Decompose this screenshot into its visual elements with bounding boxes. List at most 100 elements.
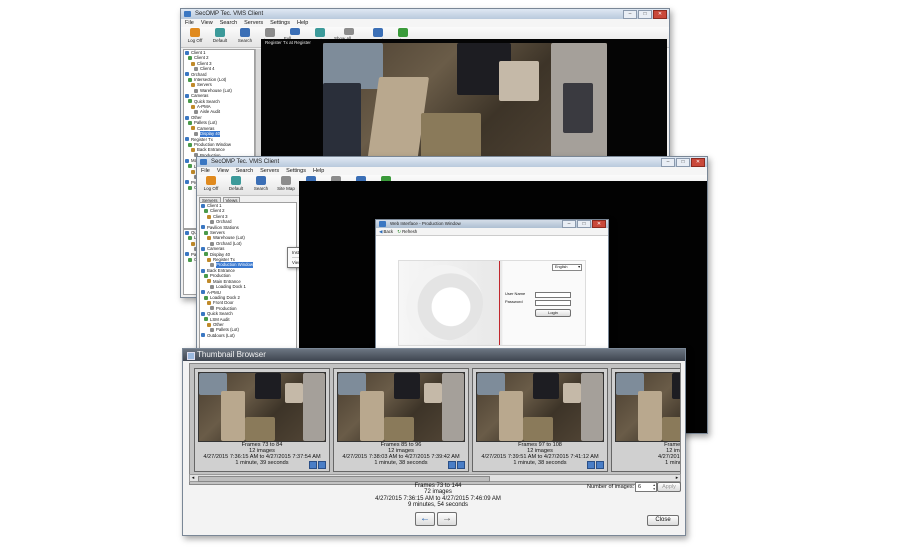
- scroll-thumb[interactable]: [198, 476, 490, 482]
- number-of-images-value: 6: [638, 484, 642, 490]
- menu-help[interactable]: Help: [297, 19, 308, 27]
- camera-icon: [194, 110, 198, 115]
- dialog-title: Thumbnail Browser: [197, 350, 266, 359]
- refresh-icon: ↻: [397, 229, 401, 234]
- search-button[interactable]: Search: [250, 176, 272, 194]
- thumbnail-card[interactable]: Frames 97 to 108 12 images 4/27/2015 7:39:…: [472, 368, 608, 472]
- camera-icon: [185, 115, 189, 120]
- maximize-button[interactable]: □: [577, 220, 591, 228]
- menu-file[interactable]: File: [185, 19, 194, 27]
- window-title: SecOMP Tec. VMS Client: [195, 11, 264, 17]
- nav-refresh[interactable]: Refresh: [402, 229, 417, 234]
- menu-bar: File View Search Servers Settings Help: [181, 19, 669, 27]
- login-button[interactable]: Login: [535, 309, 571, 317]
- language-select[interactable]: English ▾: [552, 264, 582, 271]
- scroll-right-arrow-icon[interactable]: ▸: [674, 475, 680, 481]
- menu-servers[interactable]: Servers: [244, 19, 263, 27]
- menu-search[interactable]: Search: [236, 167, 253, 175]
- menu-view[interactable]: View: [217, 167, 229, 175]
- default-view-button[interactable]: Default: [209, 28, 231, 46]
- close-dialog-button[interactable]: Close: [647, 515, 679, 526]
- camera-icon: [188, 142, 192, 147]
- arrow-left-icon: ←: [420, 513, 430, 524]
- password-input[interactable]: [535, 300, 571, 306]
- camera-icon: [204, 273, 208, 278]
- site-map-button[interactable]: Site Map: [275, 176, 297, 194]
- save-view-icon: [373, 28, 383, 37]
- camera-icon: [188, 56, 192, 61]
- thumbnail-image[interactable]: [337, 372, 465, 442]
- camera-icon: [204, 317, 208, 322]
- next-page-button[interactable]: →: [437, 512, 457, 526]
- thumbnail-duration: 1 minute, 3: [665, 460, 680, 467]
- camera-icon: [210, 263, 214, 268]
- zoom-icon[interactable]: [309, 461, 317, 469]
- camera-icon: [185, 93, 189, 98]
- close-button[interactable]: ✕: [592, 220, 606, 228]
- log-off-icon: [206, 176, 216, 185]
- server-tree-b: Client 1 Client 2 Client 3 Orchard Pavilion …: [199, 202, 297, 354]
- thumbnail-card[interactable]: Frames 85 to 96 12 images 4/27/2015 7:38:0…: [333, 368, 469, 472]
- web-interface-dialog: Web Interface - Production Window – □ ✕ ◀ …: [375, 219, 609, 349]
- site-map-icon: [265, 28, 275, 37]
- camera-icon: [201, 311, 205, 316]
- number-of-images-spinner[interactable]: 6 ▴ ▾: [635, 482, 657, 492]
- play-icon[interactable]: [318, 461, 326, 469]
- nav-back[interactable]: Back: [384, 229, 394, 234]
- tree-node[interactable]: Outdoors (Lot): [200, 333, 296, 338]
- camera-icon: [191, 61, 195, 66]
- close-button[interactable]: ✕: [691, 158, 705, 167]
- menu-settings[interactable]: Settings: [270, 19, 290, 27]
- camera-icon: [185, 137, 189, 142]
- default-view-icon: [231, 176, 241, 185]
- camera-feed-image[interactable]: [323, 43, 607, 163]
- scroll-left-arrow-icon[interactable]: ◂: [190, 475, 196, 481]
- menu-help[interactable]: Help: [313, 167, 324, 175]
- thumbnail-card[interactable]: Frames 73 to 84 12 images 4/27/2015 7:36:1…: [194, 368, 330, 472]
- default-view-button[interactable]: Default: [225, 176, 247, 194]
- thumbnail-image[interactable]: [198, 372, 326, 442]
- camera-icon: [185, 50, 189, 55]
- thumbnail-image[interactable]: [476, 372, 604, 442]
- play-icon[interactable]: [457, 461, 465, 469]
- minimize-button[interactable]: –: [661, 158, 675, 167]
- spinner-arrows-icon[interactable]: ▴ ▾: [653, 483, 655, 491]
- camera-icon: [194, 66, 198, 71]
- camera-icon: [201, 225, 205, 230]
- minimize-button[interactable]: –: [623, 10, 637, 19]
- minimize-button[interactable]: –: [562, 220, 576, 228]
- horizontal-scrollbar[interactable]: ◂ ▸: [189, 474, 681, 482]
- camera-icon: [188, 77, 192, 82]
- menu-search[interactable]: Search: [220, 19, 237, 27]
- camera-icon: [188, 257, 192, 262]
- camera-icon: [191, 148, 195, 153]
- zoom-icon[interactable]: [587, 461, 595, 469]
- search-button[interactable]: Search: [234, 28, 256, 46]
- play-icon[interactable]: [596, 461, 604, 469]
- menu-servers[interactable]: Servers: [260, 167, 279, 175]
- menu-view[interactable]: View: [201, 19, 213, 27]
- camera-icon: [210, 219, 214, 224]
- thumbnail-image[interactable]: [615, 372, 680, 442]
- user-name-input[interactable]: [535, 292, 571, 298]
- camera-icon: [201, 333, 205, 338]
- thumbnail-card[interactable]: Frames 10912 images4/27/2015 7:41:11 min…: [611, 368, 680, 472]
- previous-page-button[interactable]: ←: [415, 512, 435, 526]
- camera-icon: [201, 290, 205, 295]
- app-icon: [200, 159, 207, 165]
- maximize-button[interactable]: □: [638, 10, 652, 19]
- camera-icon: [201, 246, 205, 251]
- log-off-button[interactable]: Log Off: [200, 176, 222, 194]
- close-button[interactable]: ✕: [653, 10, 667, 19]
- log-off-button[interactable]: Log Off: [184, 28, 206, 46]
- zoom-icon[interactable]: [448, 461, 456, 469]
- menu-settings[interactable]: Settings: [286, 167, 306, 175]
- menu-file[interactable]: File: [201, 167, 210, 175]
- apply-button[interactable]: Apply: [657, 482, 681, 492]
- camera-icon: [201, 268, 205, 273]
- thumbnail-caption: Frames 10912 images4/27/2015 7:41:11 min…: [612, 442, 680, 467]
- camera-icon: [188, 185, 192, 190]
- app-icon: [184, 11, 191, 17]
- camera-icon: [191, 83, 195, 88]
- maximize-button[interactable]: □: [676, 158, 690, 167]
